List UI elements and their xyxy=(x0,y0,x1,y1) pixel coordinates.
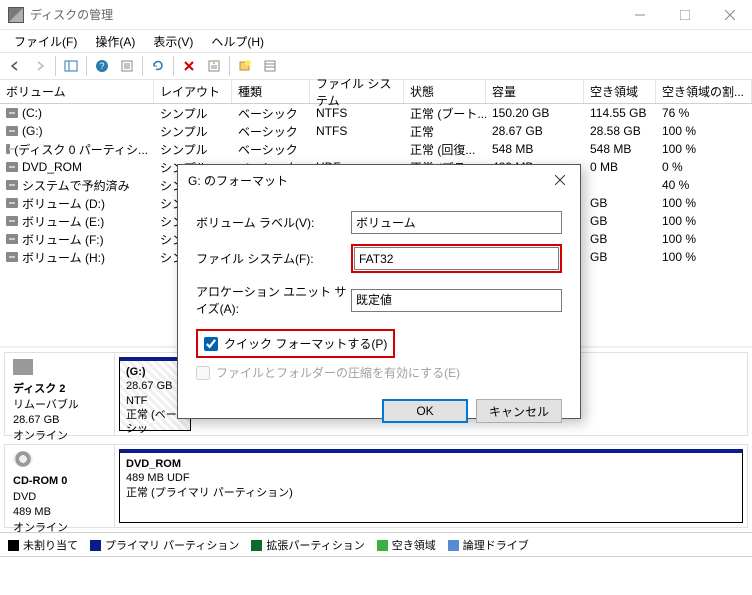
menu-file[interactable]: ファイル(F) xyxy=(6,31,85,52)
legend-extended: 拡張パーティション xyxy=(266,540,364,552)
volume-icon xyxy=(6,162,18,172)
refresh-icon[interactable] xyxy=(146,54,170,78)
legend-unallocated: 未割り当て xyxy=(23,540,78,552)
table-row[interactable]: (ディスク 0 パーティシ...シンプルベーシック正常 (回復...548 MB… xyxy=(0,140,752,158)
cancel-button[interactable]: キャンセル xyxy=(476,399,562,423)
partition-g-status: 正常 (ベーシッ xyxy=(126,408,184,437)
maximize-button[interactable] xyxy=(662,0,707,29)
legend-primary: プライマリ パーティション xyxy=(105,540,239,552)
partition-g-info: 28.67 GB NTF xyxy=(126,379,184,408)
cdrom-0-title: CD-ROM 0 xyxy=(13,474,106,489)
volume-icon xyxy=(6,108,18,118)
title-bar: ディスクの管理 xyxy=(0,0,752,30)
col-layout[interactable]: レイアウト xyxy=(154,80,232,103)
table-row[interactable]: (G:)シンプルベーシックNTFS正常28.67 GB28.58 GB100 % xyxy=(0,122,752,140)
cdrom-0-status: オンライン xyxy=(13,521,106,536)
quick-format-label: クイック フォーマットする(P) xyxy=(224,335,387,352)
compression-label: ファイルとフォルダーの圧縮を有効にする(E) xyxy=(216,364,460,381)
dialog-close-button[interactable] xyxy=(540,166,580,195)
delete-icon[interactable] xyxy=(177,54,201,78)
disk-2-status: オンライン xyxy=(13,429,106,444)
help-icon[interactable]: ? xyxy=(90,54,114,78)
compression-checkbox: ファイルとフォルダーの圧縮を有効にする(E) xyxy=(196,364,562,381)
col-type[interactable]: 種類 xyxy=(232,80,310,103)
list-icon[interactable] xyxy=(258,54,282,78)
partition-dvdrom-info: 489 MB UDF xyxy=(126,471,736,485)
volume-icon xyxy=(6,180,18,190)
disk-2-header[interactable]: ディスク 2 リムーバブル 28.67 GB オンライン xyxy=(5,353,115,435)
window-title: ディスクの管理 xyxy=(30,6,113,23)
menu-bar: ファイル(F) 操作(A) 表示(V) ヘルプ(H) xyxy=(0,30,752,52)
col-status[interactable]: 状態 xyxy=(404,80,486,103)
volume-list-header: ボリューム レイアウト 種類 ファイル システム 状態 容量 空き領域 空き領域… xyxy=(0,80,752,104)
partition-dvdrom[interactable]: DVD_ROM 489 MB UDF 正常 (プライマリ パーティション) xyxy=(119,449,743,523)
back-button[interactable] xyxy=(3,54,27,78)
app-icon xyxy=(8,7,24,23)
close-button[interactable] xyxy=(707,0,752,29)
volume-icon xyxy=(6,216,18,226)
ok-button[interactable]: OK xyxy=(382,399,468,423)
minimize-button[interactable] xyxy=(617,0,662,29)
volume-label-input[interactable] xyxy=(351,211,562,234)
volume-icon xyxy=(6,252,18,262)
cdrom-0-header[interactable]: CD-ROM 0 DVD 489 MB オンライン xyxy=(5,445,115,527)
file-system-select[interactable]: FAT32 xyxy=(354,247,559,270)
file-system-label: ファイル システム(F): xyxy=(196,250,351,267)
table-row[interactable]: (C:)シンプルベーシックNTFS正常 (ブート...150.20 GB114.… xyxy=(0,104,752,122)
menu-help[interactable]: ヘルプ(H) xyxy=(203,31,272,52)
partition-g-label: (G:) xyxy=(126,366,146,378)
volume-icon xyxy=(6,126,18,136)
quick-format-checkbox[interactable]: クイック フォーマットする(P) xyxy=(204,335,387,352)
properties-icon[interactable] xyxy=(202,54,226,78)
col-capacity[interactable]: 容量 xyxy=(486,80,584,103)
dialog-title: G: のフォーマット xyxy=(188,172,288,189)
cdrom-0-size: 489 MB xyxy=(13,505,106,520)
volume-label-label: ボリューム ラベル(V): xyxy=(196,214,351,231)
dialog-title-bar: G: のフォーマット xyxy=(178,165,580,195)
menu-view[interactable]: 表示(V) xyxy=(145,31,201,52)
col-freepct[interactable]: 空き領域の割... xyxy=(656,80,752,103)
format-dialog: G: のフォーマット ボリューム ラベル(V): ファイル システム(F): F… xyxy=(177,164,581,419)
partition-dvdrom-label: DVD_ROM xyxy=(126,458,181,470)
status-bar xyxy=(0,556,752,578)
volume-icon xyxy=(6,198,18,208)
menu-action[interactable]: 操作(A) xyxy=(87,31,143,52)
legend: 未割り当て プライマリ パーティション 拡張パーティション 空き領域 論理ドライ… xyxy=(0,532,752,556)
col-free[interactable]: 空き領域 xyxy=(584,80,656,103)
volume-icon xyxy=(6,144,10,154)
disk-2-size: 28.67 GB xyxy=(13,413,106,428)
svg-text:?: ? xyxy=(99,61,104,71)
show-hide-tree-button[interactable] xyxy=(59,54,83,78)
legend-free: 空き領域 xyxy=(392,540,436,552)
allocation-unit-select[interactable]: 既定値 xyxy=(351,289,562,312)
cdrom-0-row: CD-ROM 0 DVD 489 MB オンライン DVD_ROM 489 MB… xyxy=(4,444,748,528)
settings-icon[interactable] xyxy=(115,54,139,78)
col-volume[interactable]: ボリューム xyxy=(0,80,154,103)
cdrom-icon xyxy=(13,451,33,467)
cdrom-0-type: DVD xyxy=(13,490,106,505)
disk-2-type: リムーバブル xyxy=(13,398,106,413)
disk-2-title: ディスク 2 xyxy=(13,382,106,397)
allocation-unit-label: アロケーション ユニット サイズ(A): xyxy=(196,283,351,317)
legend-logical: 論理ドライブ xyxy=(463,540,529,552)
new-icon[interactable] xyxy=(233,54,257,78)
col-fs[interactable]: ファイル システム xyxy=(310,80,404,103)
forward-button[interactable] xyxy=(28,54,52,78)
partition-dvdrom-status: 正常 (プライマリ パーティション) xyxy=(126,486,736,500)
volume-icon xyxy=(6,234,18,244)
disk-icon xyxy=(13,359,33,375)
